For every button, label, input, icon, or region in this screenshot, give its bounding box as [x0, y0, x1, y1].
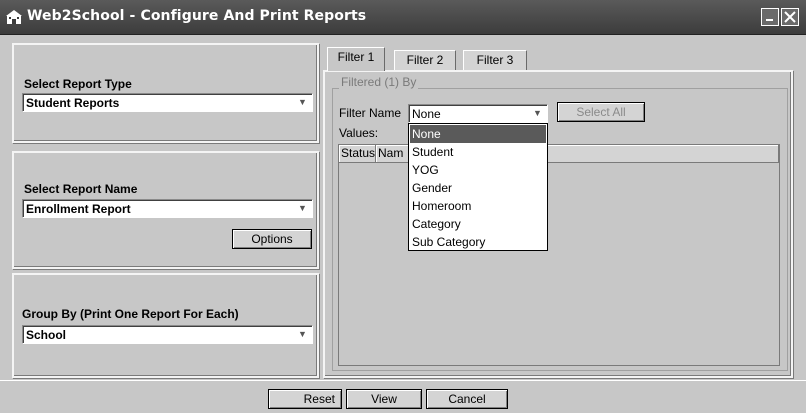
tab-filter-3[interactable]: Filter 3 — [463, 50, 527, 70]
dropdown-option[interactable]: None — [410, 125, 546, 143]
select-all-button[interactable]: Select All — [557, 102, 645, 122]
tab-filter-1[interactable]: Filter 1 — [327, 47, 385, 71]
chevron-down-icon: ▼ — [298, 329, 307, 339]
cancel-button[interactable]: Cancel — [426, 389, 508, 409]
reset-button[interactable]: Reset — [268, 389, 342, 409]
dropdown-option[interactable]: Gender — [410, 179, 546, 197]
options-button[interactable]: Options — [232, 229, 312, 249]
report-type-label: Select Report Type — [24, 77, 132, 91]
filter-name-dropdown: None Student YOG Gender Homeroom Categor… — [408, 123, 548, 251]
column-header-status[interactable]: Status — [339, 145, 376, 163]
filter-name-value: None — [412, 107, 441, 121]
view-button[interactable]: View — [346, 389, 422, 409]
close-icon — [784, 11, 796, 23]
title-bar: Web2School - Configure And Print Reports — [0, 0, 806, 35]
report-name-label: Select Report Name — [24, 182, 138, 196]
minimize-icon — [766, 19, 773, 21]
chevron-down-icon: ▼ — [298, 97, 307, 107]
reset-button-label: Reset — [303, 392, 335, 406]
filter-group-title: Filtered (1) By — [339, 75, 419, 89]
chevron-down-icon: ▼ — [298, 203, 307, 213]
filter-name-select[interactable]: None ▼ — [408, 104, 548, 123]
school-icon — [6, 10, 22, 24]
report-name-value: Enrollment Report — [26, 202, 131, 216]
filter-name-label: Filter Name — [339, 106, 402, 120]
group-by-select[interactable]: School ▼ — [22, 325, 313, 344]
window-title: Web2School - Configure And Print Reports — [27, 8, 367, 24]
group-by-value: School — [26, 328, 67, 342]
dropdown-option[interactable]: Sub Category — [410, 233, 546, 251]
tab-filter-2[interactable]: Filter 2 — [394, 50, 456, 70]
report-type-value: Student Reports — [26, 96, 120, 110]
group-by-label: Group By (Print One Report For Each) — [22, 307, 239, 321]
minimize-button[interactable] — [761, 8, 779, 26]
report-type-select[interactable]: Student Reports ▼ — [22, 93, 313, 112]
values-label: Values: — [339, 126, 379, 140]
values-table[interactable]: Status Nam — [338, 144, 780, 366]
dropdown-option[interactable]: Category — [410, 215, 546, 233]
dropdown-option[interactable]: YOG — [410, 161, 546, 179]
dropdown-option[interactable]: Student — [410, 143, 546, 161]
dropdown-option[interactable]: Homeroom — [410, 197, 546, 215]
report-name-select[interactable]: Enrollment Report ▼ — [22, 199, 313, 218]
chevron-down-icon: ▼ — [533, 108, 542, 118]
close-button[interactable] — [781, 8, 799, 26]
